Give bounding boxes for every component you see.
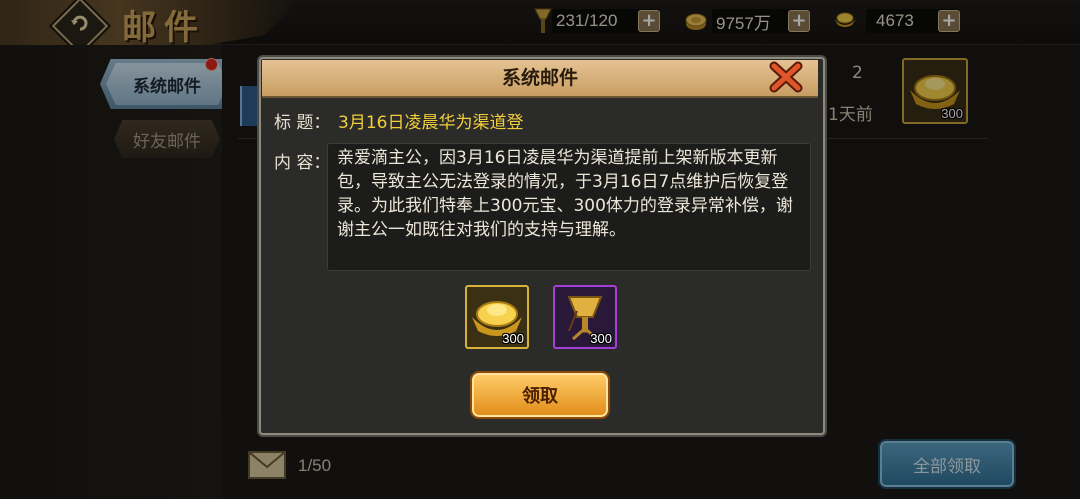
content-text: 亲爱滴主公，因3月16日凌晨华为渠道提前上架新版本更新包，导致主公无法登录的情况… <box>337 148 793 240</box>
reward-item-gold[interactable]: 300 <box>465 285 529 349</box>
reward-item-stamina[interactable]: 300 <box>553 285 617 349</box>
reward-stamina-qty: 300 <box>590 331 612 346</box>
dialog-title: 系统邮件 <box>501 67 578 89</box>
content-label: 内 容： <box>274 153 331 173</box>
subject-value: 3月16日凌晨华为渠道登 <box>338 113 524 133</box>
claim-label: 领取 <box>522 386 558 407</box>
claim-button[interactable]: 领取 <box>470 371 610 419</box>
close-icon[interactable] <box>768 61 804 93</box>
reward-gold-qty: 300 <box>502 331 524 346</box>
subject-label: 标 题： <box>274 113 331 133</box>
